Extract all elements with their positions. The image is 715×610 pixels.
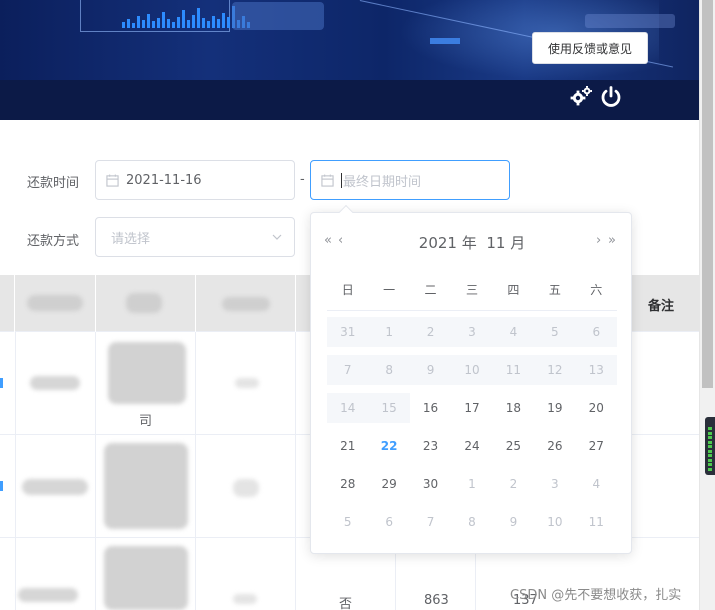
day-cell[interactable]: 23 [410,431,451,461]
start-date-input[interactable]: 2021-11-16 [95,160,295,200]
date-picker-panel: « ‹ › » 2021 年 11 月 日一二三四五六 31 1 2 3 4 5 6 7 8 9 1… [310,204,633,554]
row-flag: 否 [339,597,353,610]
row-value: 863 [424,593,449,608]
chevron-down-icon [272,234,282,240]
start-date-value: 2021-11-16 [126,172,202,188]
feedback-button[interactable]: 使用反馈或意见 [532,32,648,64]
day-cell[interactable]: 29 [368,469,409,499]
weekday-label: 六 [590,283,603,297]
row-text: 司 [139,414,153,429]
repay-time-label: 还款时间 [27,176,80,191]
day-cell-today[interactable]: 22 [368,431,409,461]
day-cell[interactable]: 19 [534,393,575,423]
day-cell: 13 [575,355,617,385]
day-cell: 9 [409,355,452,385]
day-cell[interactable]: 28 [327,469,368,499]
header-cell [96,275,196,332]
day-cell[interactable]: 26 [534,431,575,461]
day-cell[interactable]: 16 [410,393,451,423]
day-cell[interactable]: 25 [493,431,534,461]
day-cell[interactable]: 17 [451,393,492,423]
day-cell[interactable]: 3 [534,469,575,499]
repay-method-select[interactable]: 请选择 [95,217,295,257]
text-caret [341,172,342,188]
day-cell: 5 [534,317,576,347]
day-cell[interactable]: 8 [451,507,492,537]
scrollbar-thumb[interactable] [702,0,713,388]
weekday-header: 日一二三四五六 [327,281,617,311]
header-cell [15,275,96,332]
day-cell[interactable]: 1 [451,469,492,499]
day-cell[interactable]: 6 [368,507,409,537]
weekday-label: 三 [465,283,478,297]
day-cell[interactable]: 21 [327,431,368,461]
weekday-label: 日 [341,283,354,297]
picker-year-unit: 年 [461,234,477,252]
day-cell: 1 [368,317,410,347]
day-cell[interactable]: 20 [576,393,617,423]
header-cell [0,275,15,332]
day-cell: 14 [327,393,369,423]
day-cell: 11 [492,355,535,385]
day-cell: 10 [451,355,493,385]
day-cell[interactable]: 11 [576,507,617,537]
popover-arrow [338,204,354,220]
settings-gears-icon[interactable] [569,85,593,109]
day-cell[interactable]: 7 [410,507,451,537]
day-cell: 7 [327,355,369,385]
day-cell[interactable]: 27 [576,431,617,461]
day-cell[interactable]: 24 [451,431,492,461]
day-cell[interactable]: 18 [493,393,534,423]
watermark: CSDN @先不要想收获，扎实 [510,588,682,603]
day-cell: 8 [368,355,410,385]
day-cell[interactable]: 9 [493,507,534,537]
day-cell[interactable]: 2 [493,469,534,499]
picker-month-unit: 月 [510,234,526,252]
weekday-label: 二 [424,283,437,297]
method-placeholder: 请选择 [111,231,151,247]
day-cell: 15 [368,393,410,423]
calendar-icon [106,174,119,187]
day-cell: 6 [575,317,617,347]
range-separator: - [300,172,305,187]
picker-month[interactable]: 11 [486,234,505,252]
weekday-label: 四 [507,283,520,297]
repay-method-label: 还款方式 [27,234,80,249]
row-link[interactable] [0,378,3,388]
picker-year[interactable]: 2021 [419,234,457,252]
power-icon[interactable] [599,85,623,109]
note-column-header: 备注 [648,299,675,314]
weekday-label: 五 [548,283,561,297]
row-link[interactable] [0,481,3,491]
picker-title: 2021 年 11 月 [311,232,633,253]
header-cell [196,275,296,332]
day-cell: 12 [534,355,576,385]
day-cell[interactable]: 4 [576,469,617,499]
vertical-scrollbar[interactable] [699,0,715,610]
day-cell[interactable]: 5 [327,507,368,537]
day-cell: 2 [409,317,452,347]
weekday-label: 一 [383,283,396,297]
end-date-placeholder: 最终日期时间 [343,174,422,190]
side-widget[interactable] [705,417,715,475]
end-date-input[interactable]: 最终日期时间 [310,160,510,200]
day-grid: 31 1 2 3 4 5 6 7 8 9 10 11 12 13 14 15 16 17 18 19 20 21 22 23 2… [327,317,617,537]
day-cell: 31 [327,317,369,347]
day-cell: 4 [492,317,535,347]
day-cell[interactable]: 30 [410,469,451,499]
day-cell: 3 [451,317,493,347]
calendar-icon [321,174,334,187]
day-cell[interactable]: 10 [534,507,575,537]
